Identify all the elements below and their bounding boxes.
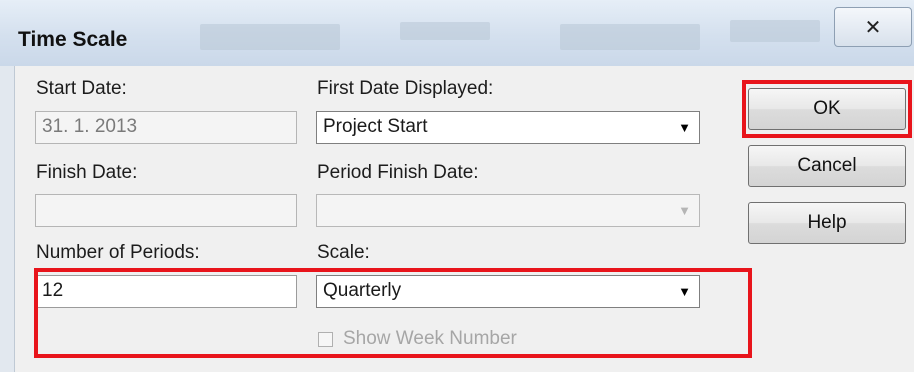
period-finish-date-select: ▼ xyxy=(316,194,700,227)
chevron-down-icon[interactable]: ▼ xyxy=(671,113,698,142)
dialog-title: Time Scale xyxy=(18,28,128,51)
background-window-strip xyxy=(400,22,490,40)
first-date-displayed-value: Project Start xyxy=(323,116,428,137)
chevron-down-icon: ▼ xyxy=(671,196,698,225)
period-finish-date-label: Period Finish Date: xyxy=(317,162,479,183)
first-date-displayed-select[interactable]: Project Start ▼ xyxy=(316,111,700,144)
number-of-periods-label: Number of Periods: xyxy=(36,242,200,263)
start-date-field: 31. 1. 2013 xyxy=(35,111,297,144)
ok-highlight-box xyxy=(742,80,912,138)
first-date-displayed-label: First Date Displayed: xyxy=(317,78,494,99)
background-window-strip xyxy=(730,20,820,42)
cancel-button[interactable]: Cancel xyxy=(748,145,906,187)
close-icon: ✕ xyxy=(864,16,882,39)
finish-date-label: Finish Date: xyxy=(36,162,138,183)
close-button[interactable]: ✕ xyxy=(834,7,912,47)
periods-scale-highlight-box xyxy=(34,268,752,358)
scale-label: Scale: xyxy=(317,242,370,263)
finish-date-field xyxy=(35,194,297,227)
help-button[interactable]: Help xyxy=(748,202,906,244)
start-date-label: Start Date: xyxy=(36,78,127,99)
dialog-left-border xyxy=(0,66,15,372)
background-window-strip xyxy=(560,24,700,50)
background-window-strip xyxy=(200,24,340,50)
title-bar: Time Scale ✕ xyxy=(0,0,914,66)
